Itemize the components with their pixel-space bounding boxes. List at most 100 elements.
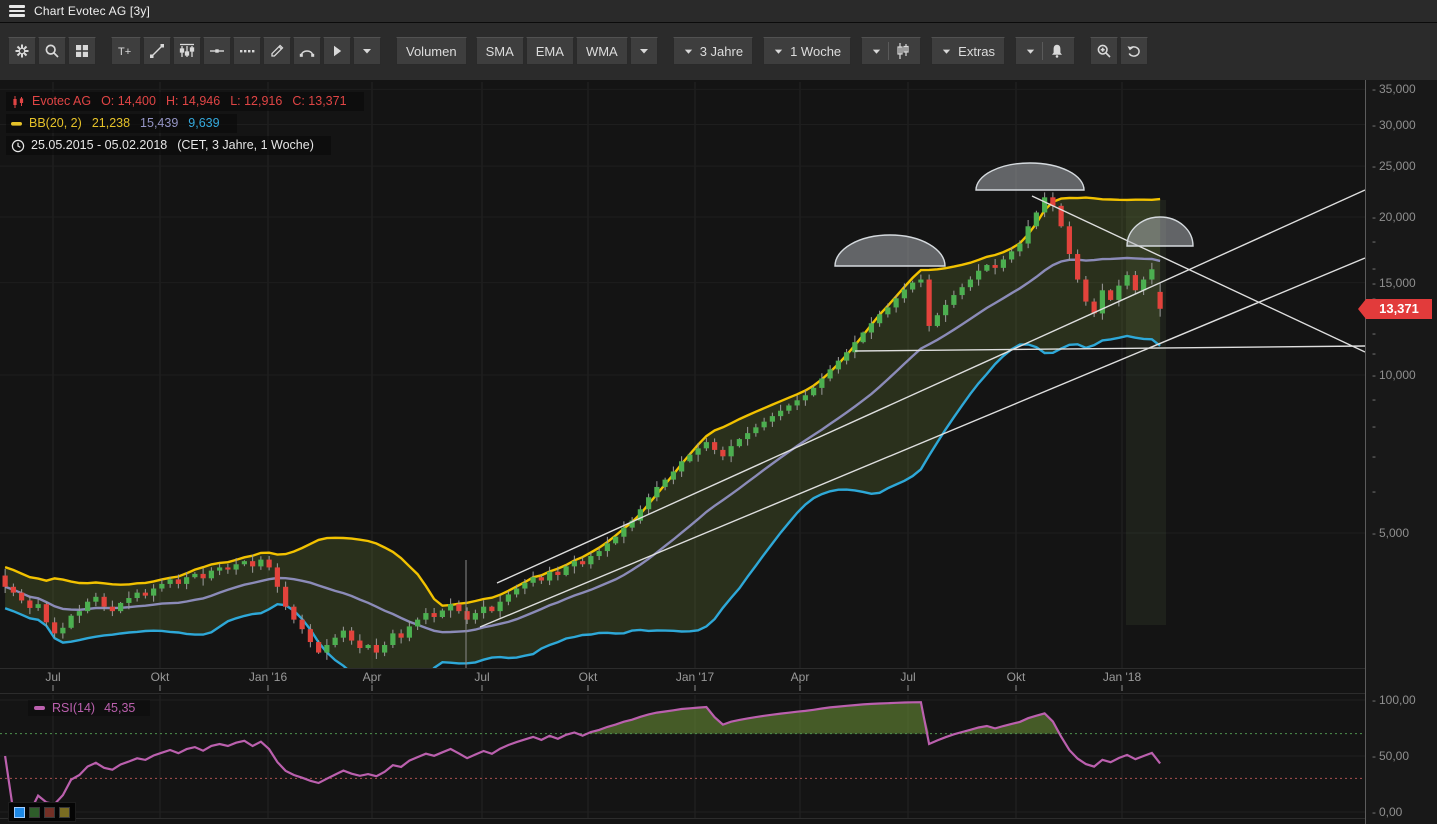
candle: [959, 287, 965, 296]
chart-legend: Evotec AG O: 14,400 H: 14,946 L: 12,916 …: [6, 92, 364, 158]
x-axis-tick-label: Okt: [578, 670, 598, 684]
candle: [555, 571, 561, 575]
candle: [142, 592, 148, 596]
date-range: 25.05.2015 - 05.02.2018: [31, 138, 168, 152]
main-plot: [2, 162, 1365, 668]
x-axis-tick-label: Okt: [1006, 670, 1026, 684]
y-axis-minor-tick: -: [1372, 418, 1376, 433]
chart-application-window: Chart Evotec AG [3y] T+ Volumen SMA EMA …: [0, 0, 1437, 824]
candle: [687, 454, 693, 462]
candle: [1108, 290, 1114, 300]
candle: [745, 433, 751, 440]
palette-swatch[interactable]: [29, 806, 40, 818]
high-value: H: 14,946: [165, 94, 221, 108]
candle: [208, 570, 214, 579]
candle: [1075, 254, 1081, 280]
x-axis-tick-label: Okt: [150, 670, 170, 684]
candle: [728, 446, 734, 457]
candle: [406, 626, 412, 638]
candle: [695, 448, 701, 455]
y-axis-tick-label: -25,000: [1372, 159, 1416, 174]
open-value: O: 14,400: [101, 94, 156, 108]
candle: [992, 265, 998, 268]
annotation-ellipse[interactable]: [975, 162, 1085, 191]
candle: [159, 583, 165, 589]
chart-area[interactable]: -35,000 -30,000 -25,000 -20,000 -15,000 -10,0…: [0, 80, 1437, 824]
candle: [373, 645, 379, 653]
candle: [316, 642, 322, 653]
candle: [943, 304, 949, 316]
candle: [184, 577, 190, 584]
x-axis-tick-label: Apr: [362, 670, 382, 684]
candle: [1017, 243, 1023, 252]
candle: [654, 486, 660, 498]
candle: [390, 633, 396, 646]
candle: [109, 606, 115, 612]
candle: [52, 622, 58, 634]
candle: [1116, 285, 1122, 300]
candle: [233, 564, 239, 570]
y-axis-minor-tick: -: [1372, 449, 1376, 464]
candle: [885, 307, 891, 315]
bollinger-middle-value: 15,439: [140, 116, 179, 130]
candle: [448, 604, 454, 611]
candle: [596, 551, 602, 557]
candle: [192, 573, 198, 578]
candle: [877, 314, 883, 324]
candle: [720, 449, 726, 457]
candle: [646, 497, 652, 510]
x-axis-tick-label: Jul: [900, 670, 916, 684]
palette-swatch[interactable]: [59, 806, 70, 818]
candle: [175, 579, 181, 584]
bollinger-name: BB(20, 2): [29, 116, 82, 130]
candle: [217, 567, 223, 571]
candle: [241, 561, 247, 565]
x-axis-tick-label: Jul: [45, 670, 61, 684]
candle: [926, 279, 932, 326]
candle: [1157, 291, 1163, 309]
candle: [802, 395, 808, 401]
candle: [101, 596, 107, 607]
candle: [126, 598, 132, 603]
candle: [151, 588, 157, 596]
x-axis-tick-label: Apr: [790, 670, 810, 684]
candle: [118, 602, 124, 612]
x-axis-tick-label: Jan '17: [675, 670, 715, 684]
candle: [786, 405, 792, 411]
annotation-ellipse[interactable]: [834, 234, 946, 267]
y-axis-minor-tick: -: [1372, 484, 1376, 499]
y-axis-tick-label: -15,000: [1372, 275, 1416, 290]
last-price-badge: 13,371: [1358, 298, 1432, 319]
candle: [167, 579, 173, 584]
palette-swatch[interactable]: [44, 806, 55, 818]
candle: [1025, 226, 1031, 244]
y-axis-minor-tick: -: [1372, 346, 1376, 361]
y-axis-tick-label: -10,000: [1372, 368, 1416, 382]
candle: [868, 323, 874, 333]
y-axis-minor-tick: -: [1372, 326, 1376, 341]
candle: [266, 559, 272, 568]
candle: [679, 461, 685, 472]
candle: [819, 378, 825, 388]
candle: [324, 645, 330, 653]
candle: [761, 421, 767, 428]
candle: [415, 619, 421, 627]
candle: [860, 332, 866, 343]
y-axis-tick-label: -5,000: [1372, 526, 1410, 541]
candle: [93, 596, 99, 602]
clock-icon: [11, 139, 25, 153]
candle: [662, 479, 668, 487]
palette-swatch[interactable]: [14, 806, 25, 818]
candle: [918, 279, 924, 283]
candle: [225, 567, 231, 570]
candle: [951, 295, 957, 305]
candle: [332, 637, 338, 646]
candle: [497, 601, 503, 612]
candle: [769, 416, 775, 422]
candle: [1132, 275, 1138, 291]
candle: [60, 627, 66, 634]
x-axis-tick-label: Jul: [474, 670, 490, 684]
candle: [1124, 275, 1130, 286]
candle: [431, 613, 437, 617]
candle: [10, 586, 16, 593]
